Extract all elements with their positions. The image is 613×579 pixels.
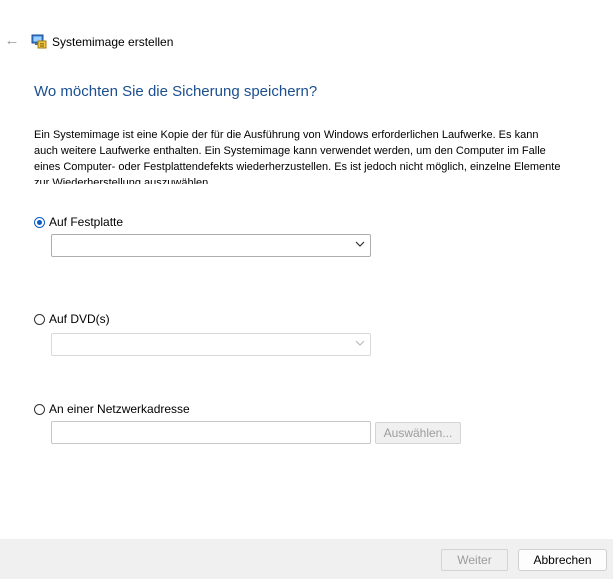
radio-dvd[interactable]: Auf DVD(s) — [34, 312, 110, 326]
browse-button[interactable]: Auswählen... — [375, 422, 461, 444]
radio-network-label: An einer Netzwerkadresse — [49, 402, 190, 416]
radio-harddisk-label: Auf Festplatte — [49, 215, 124, 229]
radio-unselected-indicator[interactable] — [34, 403, 45, 415]
radio-harddisk[interactable]: Auf Festplatte — [34, 215, 123, 229]
description-text: Ein Systemimage ist eine Kopie der für d… — [34, 129, 561, 184]
page-heading: Wo möchten Sie die Sicherung speichern? — [34, 83, 318, 100]
radio-dvd-label: Auf DVD(s) — [49, 312, 110, 326]
chevron-down-icon — [355, 340, 365, 346]
cancel-button[interactable]: Abbrechen — [518, 549, 607, 571]
next-button[interactable]: Weiter — [441, 549, 508, 571]
wizard-title: Systemimage erstellen — [52, 35, 174, 49]
network-path-input[interactable] — [51, 421, 371, 444]
radio-selected-indicator[interactable] — [34, 216, 45, 228]
chevron-down-icon — [355, 241, 365, 247]
radio-unselected-indicator[interactable] — [34, 313, 45, 325]
radio-network[interactable]: An einer Netzwerkadresse — [34, 402, 190, 416]
dvd-dropdown[interactable] — [51, 333, 371, 356]
harddisk-dropdown[interactable] — [51, 234, 371, 257]
system-image-backup-icon — [31, 33, 47, 49]
back-arrow-icon[interactable]: ← — [4, 32, 20, 50]
